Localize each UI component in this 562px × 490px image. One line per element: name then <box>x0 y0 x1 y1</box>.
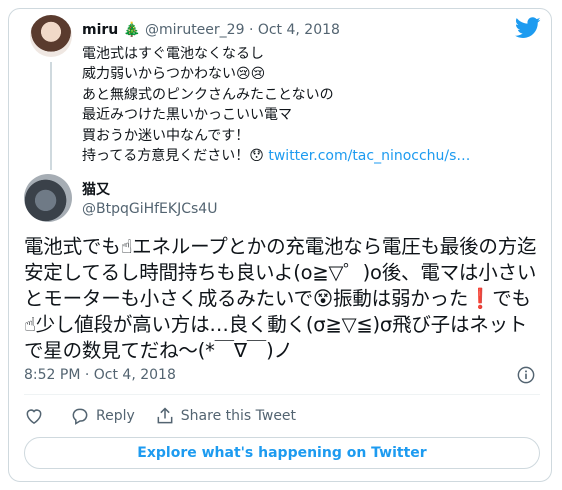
share-button[interactable]: Share this Tweet <box>155 406 296 426</box>
tweet-text: 電池式でも☝エネループとかの充電池なら電圧も最後の方迄安定してるし時間持ちも良い… <box>24 235 537 362</box>
quoted-user-name[interactable]: miru 🎄 <box>82 22 141 38</box>
quoted-tweet-text: 電池式はすぐ電池なくなるし 威力弱いからつかわない😢😢 あと無線式のピンクさんみ… <box>82 44 470 166</box>
info-icon[interactable] <box>517 366 535 384</box>
quoted-tweet-header: miru 🎄 @miruteer_29 · Oct 4, 2018 <box>82 22 340 38</box>
user-avatar[interactable] <box>24 174 72 222</box>
reply-icon <box>72 408 88 425</box>
user-handle[interactable]: @BtpqGiHfEKJCs4U <box>82 201 217 217</box>
quoted-line-last: 持ってる方意見ください！😯 twitter.com/tac_ninocchu/s… <box>82 146 470 166</box>
quoted-line: 電池式はすぐ電池なくなるし <box>82 46 264 62</box>
divider <box>24 394 540 395</box>
tweet-timestamp[interactable]: 8:52 PM · Oct 4, 2018 <box>24 367 176 383</box>
twitter-bird-icon[interactable] <box>515 17 541 39</box>
quoted-tweet-link[interactable]: twitter.com/tac_ninocchu/s… <box>268 148 470 164</box>
reply-label: Reply <box>96 408 135 424</box>
quoted-user-handle[interactable]: @miruteer_29 <box>145 22 244 38</box>
thread-connector <box>50 62 52 170</box>
quoted-tweet-date[interactable]: Oct 4, 2018 <box>258 22 340 38</box>
reply-button[interactable]: Reply <box>70 406 135 426</box>
quoted-line: 持ってる方意見ください！😯 <box>82 148 269 165</box>
quoted-line: 威力弱いからつかわない😢😢 <box>82 66 266 83</box>
separator-dot: · <box>248 22 254 38</box>
tweet-actions: Reply Share this Tweet <box>24 404 316 428</box>
share-icon <box>157 407 173 424</box>
explore-twitter-button[interactable]: Explore what's happening on Twitter <box>24 437 540 469</box>
quoted-user-avatar[interactable] <box>30 15 72 57</box>
like-button[interactable] <box>24 406 50 426</box>
quoted-line: あと無線式のピンクさんみたことないの <box>82 86 334 103</box>
quoted-line: 買おうか迷い中なんです！ <box>82 127 250 144</box>
heart-icon <box>26 409 42 424</box>
user-name[interactable]: 猫又 <box>82 179 110 199</box>
quoted-line: 最近みつけた黒いかっこいい電マ <box>82 107 292 124</box>
share-label: Share this Tweet <box>180 408 297 424</box>
